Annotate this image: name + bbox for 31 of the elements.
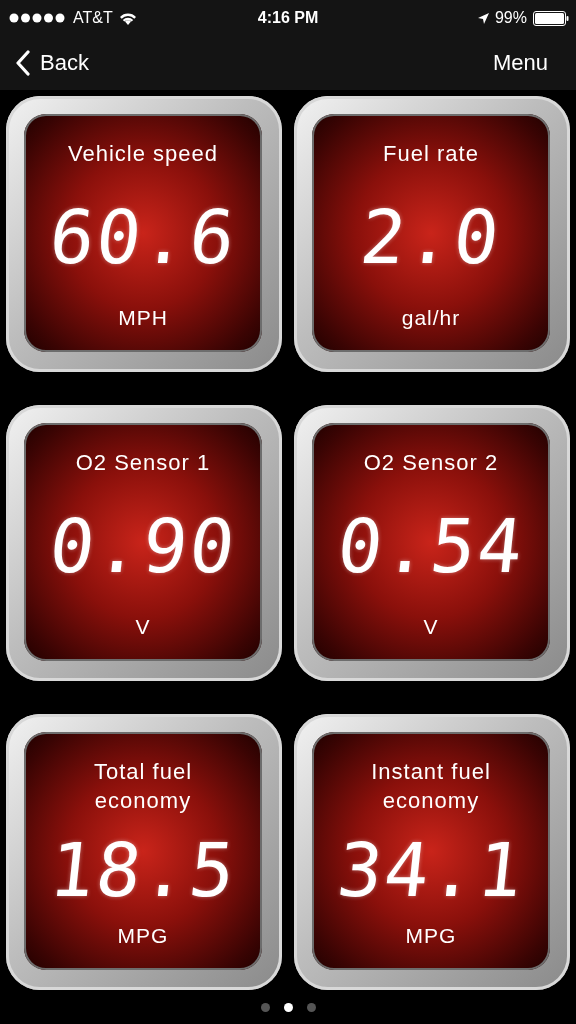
gauge-value: 60.6 [46, 200, 240, 275]
battery-percent: 99% [494, 9, 527, 27]
status-time: 4:16 PM [257, 9, 319, 27]
gauge-label: Vehicle speed [68, 140, 218, 168]
location-arrow-icon [477, 12, 489, 24]
gauge-label: O2 Sensor 1 [75, 449, 211, 477]
gauge-value: 34.1 [334, 832, 528, 907]
gauge-label: Instant fuel economy [370, 758, 492, 815]
signal-icon [9, 13, 67, 23]
gauge-unit: V [135, 615, 151, 639]
gauge-unit: MPH [118, 306, 168, 330]
gauge-value: 18.5 [46, 832, 240, 907]
gauge-value: 0.54 [334, 509, 528, 584]
chevron-left-icon [16, 50, 30, 76]
gauge-value: 0.90 [46, 509, 240, 584]
page-dot[interactable] [306, 1002, 316, 1012]
gauge-unit: V [423, 615, 439, 639]
gauge-label: Fuel rate [383, 140, 479, 168]
gauge-unit: gal/hr [401, 306, 461, 330]
page-dot[interactable] [260, 1002, 270, 1012]
gauge-value: 2.0 [357, 200, 505, 275]
gauge-label: O2 Sensor 2 [363, 449, 499, 477]
menu-button[interactable]: Menu [492, 50, 548, 76]
gauge-label: Total fuel economy [92, 758, 194, 815]
back-button[interactable]: Back [16, 50, 89, 76]
battery-icon [533, 10, 569, 26]
gauge-unit: MPG [117, 924, 169, 948]
page-dot[interactable] [283, 1002, 293, 1012]
gauge-unit: MPG [405, 924, 457, 948]
carrier-name: AT&T [73, 9, 113, 27]
wifi-icon [118, 11, 137, 25]
